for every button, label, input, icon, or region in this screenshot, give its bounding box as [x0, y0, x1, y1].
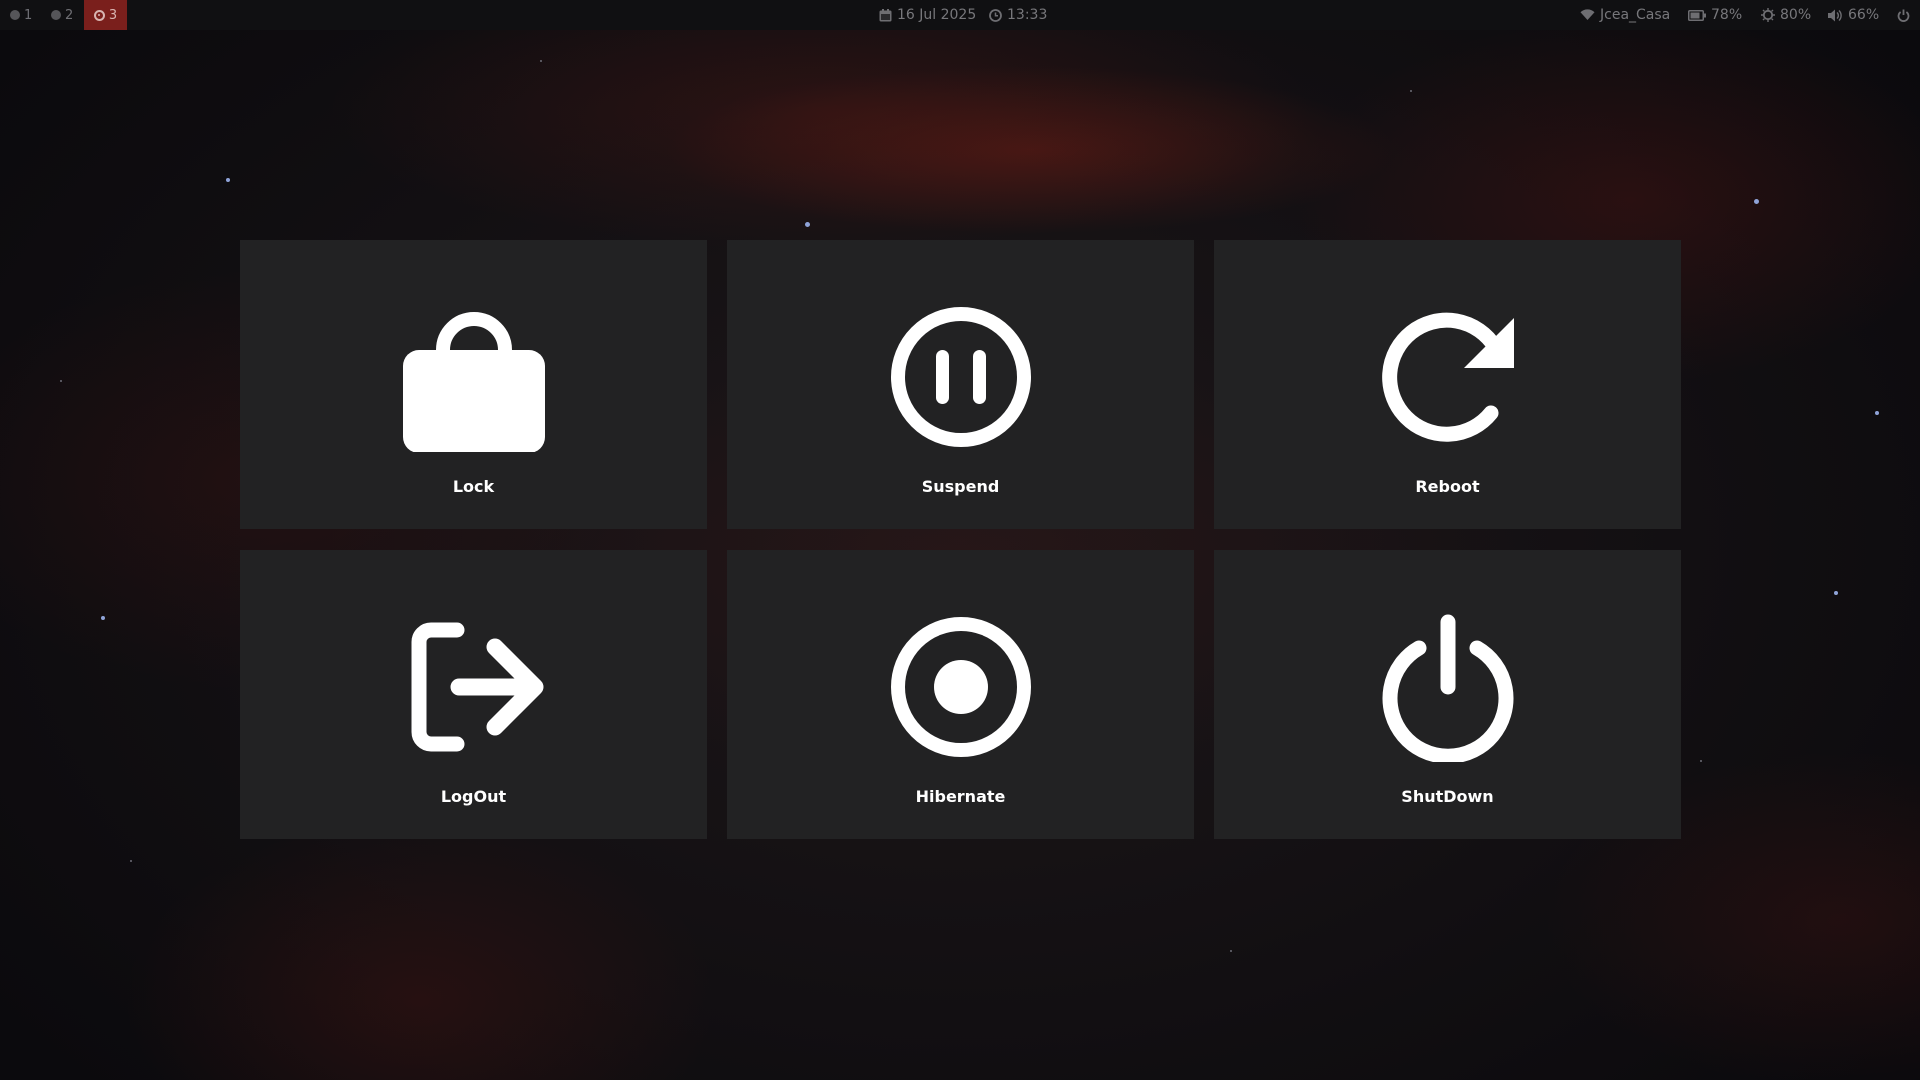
logout-button[interactable]: LogOut — [240, 550, 707, 839]
logout-icon — [411, 622, 543, 752]
wifi-widget[interactable]: Jcea_Casa — [1580, 0, 1670, 30]
top-bar: 1 2 3 16 Jul 2025 13:33 Jcea_Casa 78% 80… — [0, 0, 1920, 30]
suspend-button[interactable]: Suspend — [727, 240, 1194, 529]
pause-circle-icon — [890, 307, 1031, 447]
battery-icon — [1688, 9, 1706, 21]
workspace-label: 2 — [65, 7, 74, 23]
lock-button[interactable]: Lock — [240, 240, 707, 529]
workspace-label: 1 — [24, 7, 33, 23]
calendar-icon — [879, 8, 892, 21]
record-circle-icon — [890, 617, 1031, 757]
clock-icon — [989, 8, 1002, 22]
star — [101, 616, 105, 620]
workspace-dot-icon — [51, 10, 61, 20]
star — [60, 380, 62, 382]
star — [1834, 591, 1838, 595]
volume-widget[interactable]: 66% — [1828, 0, 1879, 30]
power-icon — [1897, 9, 1910, 22]
lock-icon — [402, 312, 545, 452]
workspace-label: 3 — [108, 7, 118, 23]
brightness-widget[interactable]: 80% — [1761, 0, 1811, 30]
star — [1700, 760, 1702, 762]
suspend-label: Suspend — [921, 477, 1000, 496]
date-text: 16 Jul 2025 — [897, 7, 977, 23]
workspace-active-icon — [93, 9, 105, 21]
clock-widget[interactable]: 13:33 — [989, 0, 1047, 30]
star — [1754, 199, 1759, 204]
workspace-3[interactable]: 3 — [84, 0, 127, 30]
battery-widget[interactable]: 78% — [1688, 0, 1742, 30]
desktop: 1 2 3 16 Jul 2025 13:33 Jcea_Casa 78% 80… — [0, 0, 1920, 1080]
time-text: 13:33 — [1007, 7, 1048, 23]
star — [1410, 90, 1412, 92]
lock-label: Lock — [452, 477, 495, 496]
brightness-icon — [1761, 8, 1775, 22]
wifi-icon — [1580, 9, 1595, 20]
star — [540, 60, 542, 62]
logout-label: LogOut — [440, 787, 507, 806]
workspace-1[interactable]: 1 — [10, 0, 40, 30]
shutdown-label: ShutDown — [1401, 787, 1494, 806]
shutdown-button[interactable]: ShutDown — [1214, 550, 1681, 839]
reboot-label: Reboot — [1415, 477, 1480, 496]
star — [130, 860, 132, 862]
volume-icon — [1828, 9, 1842, 21]
star — [805, 222, 810, 227]
star — [1875, 411, 1879, 415]
workspace-dot-icon — [10, 10, 20, 20]
reboot-button[interactable]: Reboot — [1214, 240, 1681, 529]
volume-level: 66% — [1848, 7, 1880, 23]
wifi-ssid: Jcea_Casa — [1600, 7, 1671, 23]
star — [226, 178, 230, 182]
workspace-2[interactable]: 2 — [51, 0, 81, 30]
power-menu-button[interactable] — [1897, 0, 1910, 30]
battery-level: 78% — [1711, 7, 1743, 23]
hibernate-button[interactable]: Hibernate — [727, 550, 1194, 839]
hibernate-label: Hibernate — [915, 787, 1006, 806]
reboot-icon — [1381, 312, 1514, 442]
star — [1230, 950, 1232, 952]
power-icon — [1382, 614, 1513, 762]
date-widget[interactable]: 16 Jul 2025 — [879, 0, 976, 30]
brightness-level: 80% — [1780, 7, 1812, 23]
